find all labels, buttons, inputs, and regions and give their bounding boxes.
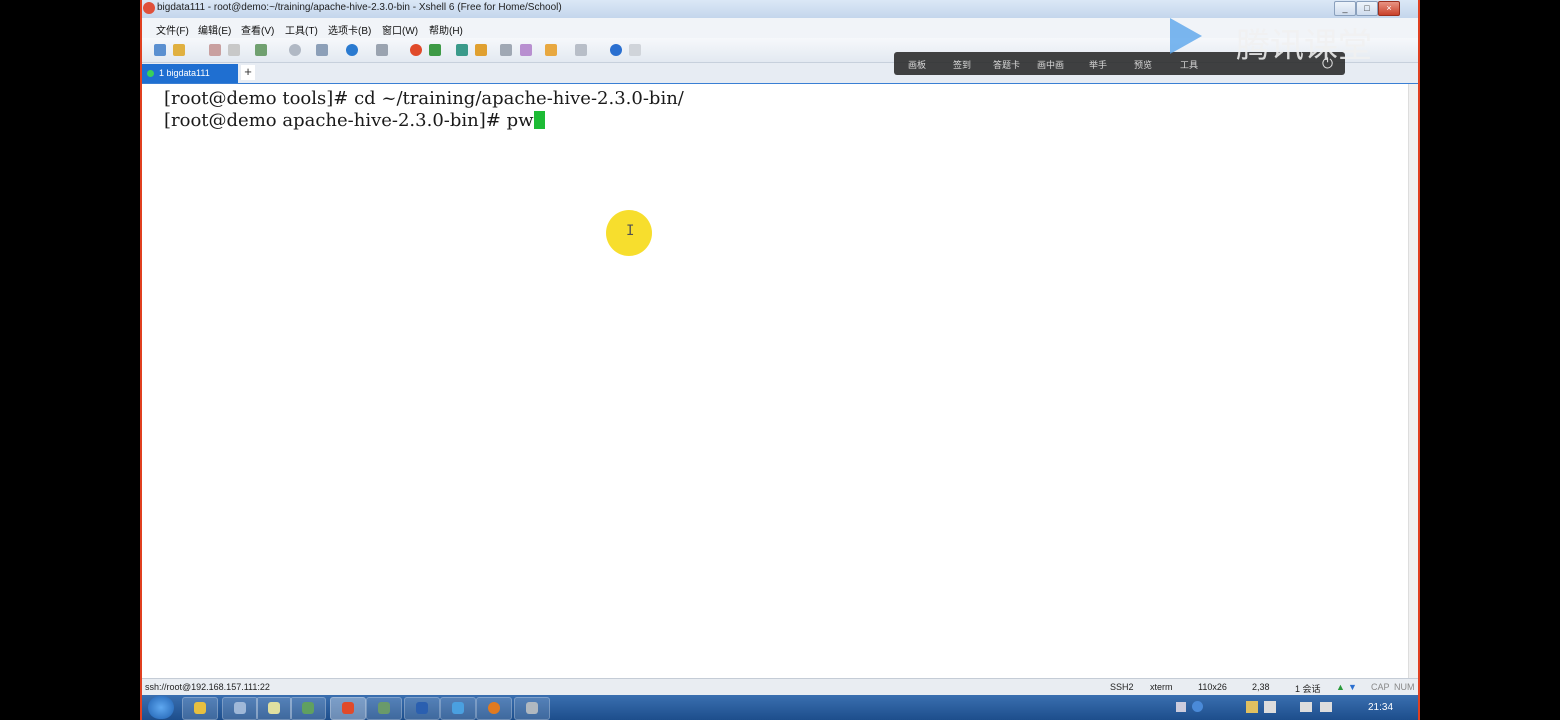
windows-taskbar: 21:34 [140,695,1420,720]
taskbar-notes-button[interactable] [256,697,292,720]
terminal-size-status: 110x26 [1198,682,1227,692]
menu-window[interactable]: 窗口(W) [382,22,418,37]
terminal-type-status: xterm [1150,682,1173,692]
tray-network-icon[interactable] [1300,702,1312,712]
overlay-raise-hand[interactable]: 举手 [1089,58,1107,71]
connected-status-icon [147,70,154,77]
window-title: bigdata111 - root@demo:~/training/apache… [157,2,562,13]
viewer-icon [526,702,538,714]
lock-icon[interactable] [475,44,487,56]
terminal-prompt-line: [root@demo apache-hive-2.3.0-bin]# pw [164,110,545,131]
tab-bigdata111[interactable]: 1 bigdata111 [142,64,238,83]
explorer-icon [234,702,246,714]
taskbar-word-button[interactable] [404,697,440,720]
windows-start-button[interactable] [148,696,174,719]
menu-file[interactable]: 文件(F) [156,22,189,37]
num-lock-status: NUM [1394,682,1415,692]
tray-app-icon[interactable] [1246,701,1258,713]
overlay-checkin[interactable]: 签到 [953,58,971,71]
tray-help-icon[interactable] [1192,701,1203,712]
tencent-classroom-watermark: 腾讯课堂 [1170,14,1410,66]
watermark-text: 腾讯课堂 [1236,26,1372,66]
terminal-line: [root@demo tools]# cd ~/training/apache-… [164,88,684,109]
upload-arrow-icon: ▲ [1336,682,1345,692]
taskbar-firefox-button[interactable] [476,697,512,720]
mouse-pointer-highlight: I [606,210,652,256]
reconnect-icon[interactable] [228,44,240,56]
disconnect-icon[interactable] [209,44,221,56]
overlay-answer-card[interactable]: 答题卡 [993,58,1020,71]
compose-icon[interactable] [545,44,557,56]
menu-edit[interactable]: 编辑(E) [198,22,231,37]
taskbar-app-button[interactable] [290,697,326,720]
protocol-status: SSH2 [1110,682,1134,692]
taskbar-folder-button[interactable] [182,697,218,720]
menu-tabs[interactable]: 选项卡(B) [328,22,371,37]
tray-keyboard-icon[interactable] [1176,702,1186,712]
taskbar-xshell-button[interactable] [330,697,366,720]
tab-label: 1 bigdata111 [159,68,210,78]
new-tab-button[interactable]: + [241,65,255,80]
menu-help[interactable]: 帮助(H) [429,22,463,37]
word-icon [416,702,428,714]
tray-flag-icon[interactable] [1264,701,1276,713]
terminal-line-text: [root@demo apache-hive-2.3.0-bin]# pw [164,110,534,131]
folder-icon [194,702,206,714]
overlay-whiteboard[interactable]: 画板 [908,58,926,71]
terminal-cursor [533,111,545,129]
resize-icon[interactable] [456,44,468,56]
layout-icon[interactable] [575,44,587,56]
open-folder-icon[interactable] [173,44,185,56]
taskbar-vm-button[interactable] [366,697,402,720]
xshell-window: bigdata111 - root@demo:~/training/apache… [140,0,1420,720]
notes-icon [268,702,280,714]
system-clock[interactable]: 21:34 [1368,702,1393,713]
session-count-status: 1 会话 [1295,684,1321,694]
overlay-preview[interactable]: 预览 [1134,58,1152,71]
menu-view[interactable]: 查看(V) [241,22,274,37]
taskbar-classroom-button[interactable] [440,697,476,720]
properties-icon[interactable] [255,44,267,56]
xftp-icon[interactable] [410,44,422,56]
status-bar: ssh://root@192.168.157.111:22 SSH2 xterm… [140,678,1420,696]
firefox-icon [488,702,500,714]
capture-border-left [140,0,142,720]
taskbar-viewer-button[interactable] [514,697,550,720]
xshell-icon [342,702,354,714]
find-icon[interactable] [289,44,301,56]
tray-volume-icon[interactable] [1320,702,1332,712]
taskbar-explorer-button[interactable] [222,697,258,720]
app-icon [302,702,314,714]
connection-string: ssh://root@192.168.157.111:22 [145,682,270,692]
help-icon[interactable] [610,44,622,56]
download-arrow-icon: ▼ [1348,682,1357,692]
caps-lock-status: CAP [1371,682,1390,692]
new-session-icon[interactable] [154,44,166,56]
cursor-position-status: 2,38 [1252,682,1270,692]
script-icon[interactable] [520,44,532,56]
classroom-icon [452,702,464,714]
ibeam-cursor-icon: I [626,223,635,239]
chat-icon[interactable] [629,44,641,56]
xmanager-icon[interactable] [429,44,441,56]
fullscreen-icon[interactable] [316,44,328,56]
xshell-logo-icon [143,2,155,14]
keyboard-icon[interactable] [500,44,512,56]
overlay-picture-in-picture[interactable]: 画中画 [1037,58,1064,71]
terminal-area[interactable]: [root@demo tools]# cd ~/training/apache-… [140,84,1408,678]
play-logo-icon [1170,18,1202,54]
globe-icon[interactable] [346,44,358,56]
vm-icon [378,702,390,714]
font-icon[interactable] [376,44,388,56]
capture-border-right [1418,0,1420,720]
menu-tools[interactable]: 工具(T) [285,22,318,37]
